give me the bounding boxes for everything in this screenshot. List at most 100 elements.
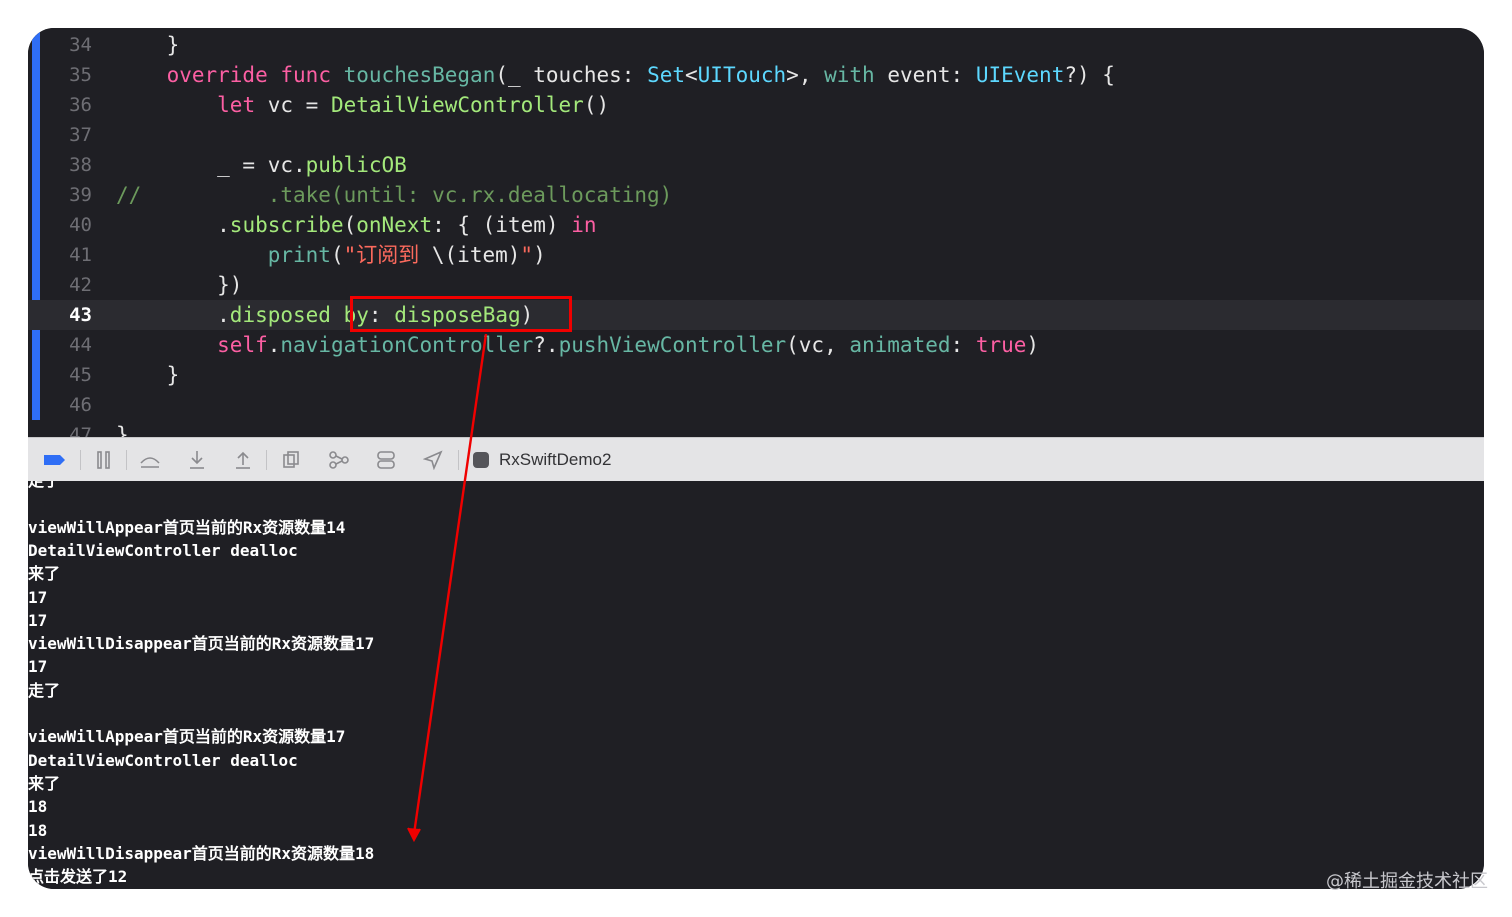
line-number[interactable]: 37 (54, 120, 92, 150)
code-token: ) (533, 243, 546, 267)
code-token: animated (849, 333, 951, 357)
code-token: touchesBegan (343, 63, 496, 87)
code-line[interactable]: 44 self.navigationController?.pushViewCo… (28, 330, 1484, 360)
line-number[interactable]: 47 (54, 420, 92, 437)
console-line: 点击发送了12 (28, 867, 128, 887)
code-line[interactable]: 35 override func touchesBegan(_ touches:… (28, 60, 1484, 90)
code-token: >, (786, 63, 825, 87)
code-line[interactable]: 39 // .take(until: vc.rx.deallocating) (28, 180, 1484, 210)
code-token: override (166, 63, 268, 87)
breakpoint-toggle-icon[interactable] (40, 446, 68, 474)
code-token: _ = vc. (116, 153, 306, 177)
code-token: UIEvent (975, 63, 1065, 87)
code-token: self (217, 333, 268, 357)
console-line: DetailViewController dealloc (28, 540, 298, 560)
code-token: } (116, 423, 129, 437)
code-token: with (824, 63, 875, 87)
line-number[interactable]: 42 (54, 270, 92, 300)
code-token: \(item) (431, 243, 521, 267)
line-number[interactable]: 35 (54, 60, 92, 90)
console-line: viewWillAppear首页当前的Rx资源数量14 (28, 517, 346, 537)
code-text: } (116, 30, 180, 60)
code-line[interactable]: 37 (28, 120, 1484, 150)
code-line[interactable]: 40 .subscribe(onNext: { (item) in (28, 210, 1484, 240)
code-line[interactable]: 45 } (28, 360, 1484, 390)
code-token: Set (647, 63, 685, 87)
code-token: true (975, 333, 1027, 357)
code-text: }) (116, 270, 242, 300)
console-line: 来了 (28, 773, 61, 793)
code-text: } (116, 420, 129, 437)
code-line[interactable]: 47} (28, 420, 1484, 437)
code-token: subscribe (229, 213, 344, 237)
code-token: in (571, 213, 597, 237)
code-token: . (116, 213, 230, 237)
code-token: }) (116, 273, 243, 297)
line-number[interactable]: 44 (54, 330, 92, 360)
app-icon (473, 452, 489, 468)
code-token: " (520, 243, 534, 267)
line-number[interactable]: 46 (54, 390, 92, 420)
code-token: } (116, 363, 180, 387)
line-number[interactable]: 41 (54, 240, 92, 270)
code-text: override func touchesBegan(_ touches: Se… (116, 60, 1115, 90)
code-token: event: (874, 63, 976, 87)
debug-console[interactable]: 走了 viewWillAppear首页当前的Rx资源数量14 DetailViewC… (28, 481, 1484, 889)
line-number[interactable]: 39 (54, 180, 92, 210)
code-token: UITouch (697, 63, 787, 87)
xcode-window: 34 } 35 override func touchesBegan(_ touc… (28, 28, 1484, 889)
line-number[interactable]: 34 (54, 30, 92, 60)
code-token: disposed (229, 303, 331, 327)
code-token: print (267, 243, 331, 267)
console-line: 17 (28, 657, 48, 677)
memory-graph-icon[interactable] (325, 446, 353, 474)
step-out-icon[interactable] (229, 446, 257, 474)
code-line[interactable]: 34 } (28, 30, 1484, 60)
line-number[interactable]: 36 (54, 90, 92, 120)
console-line: 走了 (28, 481, 60, 491)
code-token: < (685, 63, 698, 87)
code-line-current[interactable]: 43 .disposed by: disposeBag) (28, 300, 1484, 330)
code-editor[interactable]: 34 } 35 override func touchesBegan(_ touc… (28, 28, 1484, 437)
code-token: (_ touches: (495, 63, 648, 87)
watermark: @稀土掘金技术社区 (1326, 871, 1488, 892)
code-token: navigationController (280, 333, 534, 357)
app-label: RxSwiftDemo2 (499, 450, 612, 469)
code-line[interactable]: 42 }) (28, 270, 1484, 300)
view-hierarchy-icon[interactable] (278, 446, 306, 474)
line-number[interactable]: 43 (54, 300, 92, 330)
code-line[interactable]: 38 _ = vc.publicOB (28, 150, 1484, 180)
line-number[interactable]: 40 (54, 210, 92, 240)
line-number[interactable]: 38 (54, 150, 92, 180)
code-token: ) (1026, 333, 1040, 357)
code-line[interactable]: 41 print("订阅到 \(item)") (28, 240, 1484, 270)
code-text: let vc = DetailViewController() (116, 90, 609, 120)
pause-icon[interactable] (90, 446, 118, 474)
code-token: "订阅到 (343, 243, 432, 267)
console-line: 来了 (28, 564, 61, 584)
location-icon[interactable] (419, 446, 447, 474)
console-line: 17 (28, 610, 48, 630)
console-line: 17 (28, 587, 48, 607)
code-text: self.navigationController?.pushViewContr… (116, 330, 1039, 360)
step-into-icon[interactable] (183, 446, 211, 474)
console-line: DetailViewController dealloc (28, 750, 298, 770)
code-line[interactable]: 36 let vc = DetailViewController() (28, 90, 1484, 120)
console-line: viewWillDisappear首页当前的Rx资源数量17 (28, 634, 375, 654)
code-token: publicOB (305, 153, 407, 177)
line-number[interactable]: 45 (54, 360, 92, 390)
code-text: // .take(until: vc.rx.deallocating) (116, 180, 672, 210)
environment-overrides-icon[interactable] (372, 446, 400, 474)
code-token: : { (item) (432, 213, 572, 237)
code-token: ( (343, 213, 357, 237)
step-over-icon[interactable] (136, 446, 164, 474)
code-token: ( (330, 243, 344, 267)
code-line[interactable]: 46 (28, 390, 1484, 420)
target-app[interactable]: RxSwiftDemo2 (473, 438, 611, 482)
